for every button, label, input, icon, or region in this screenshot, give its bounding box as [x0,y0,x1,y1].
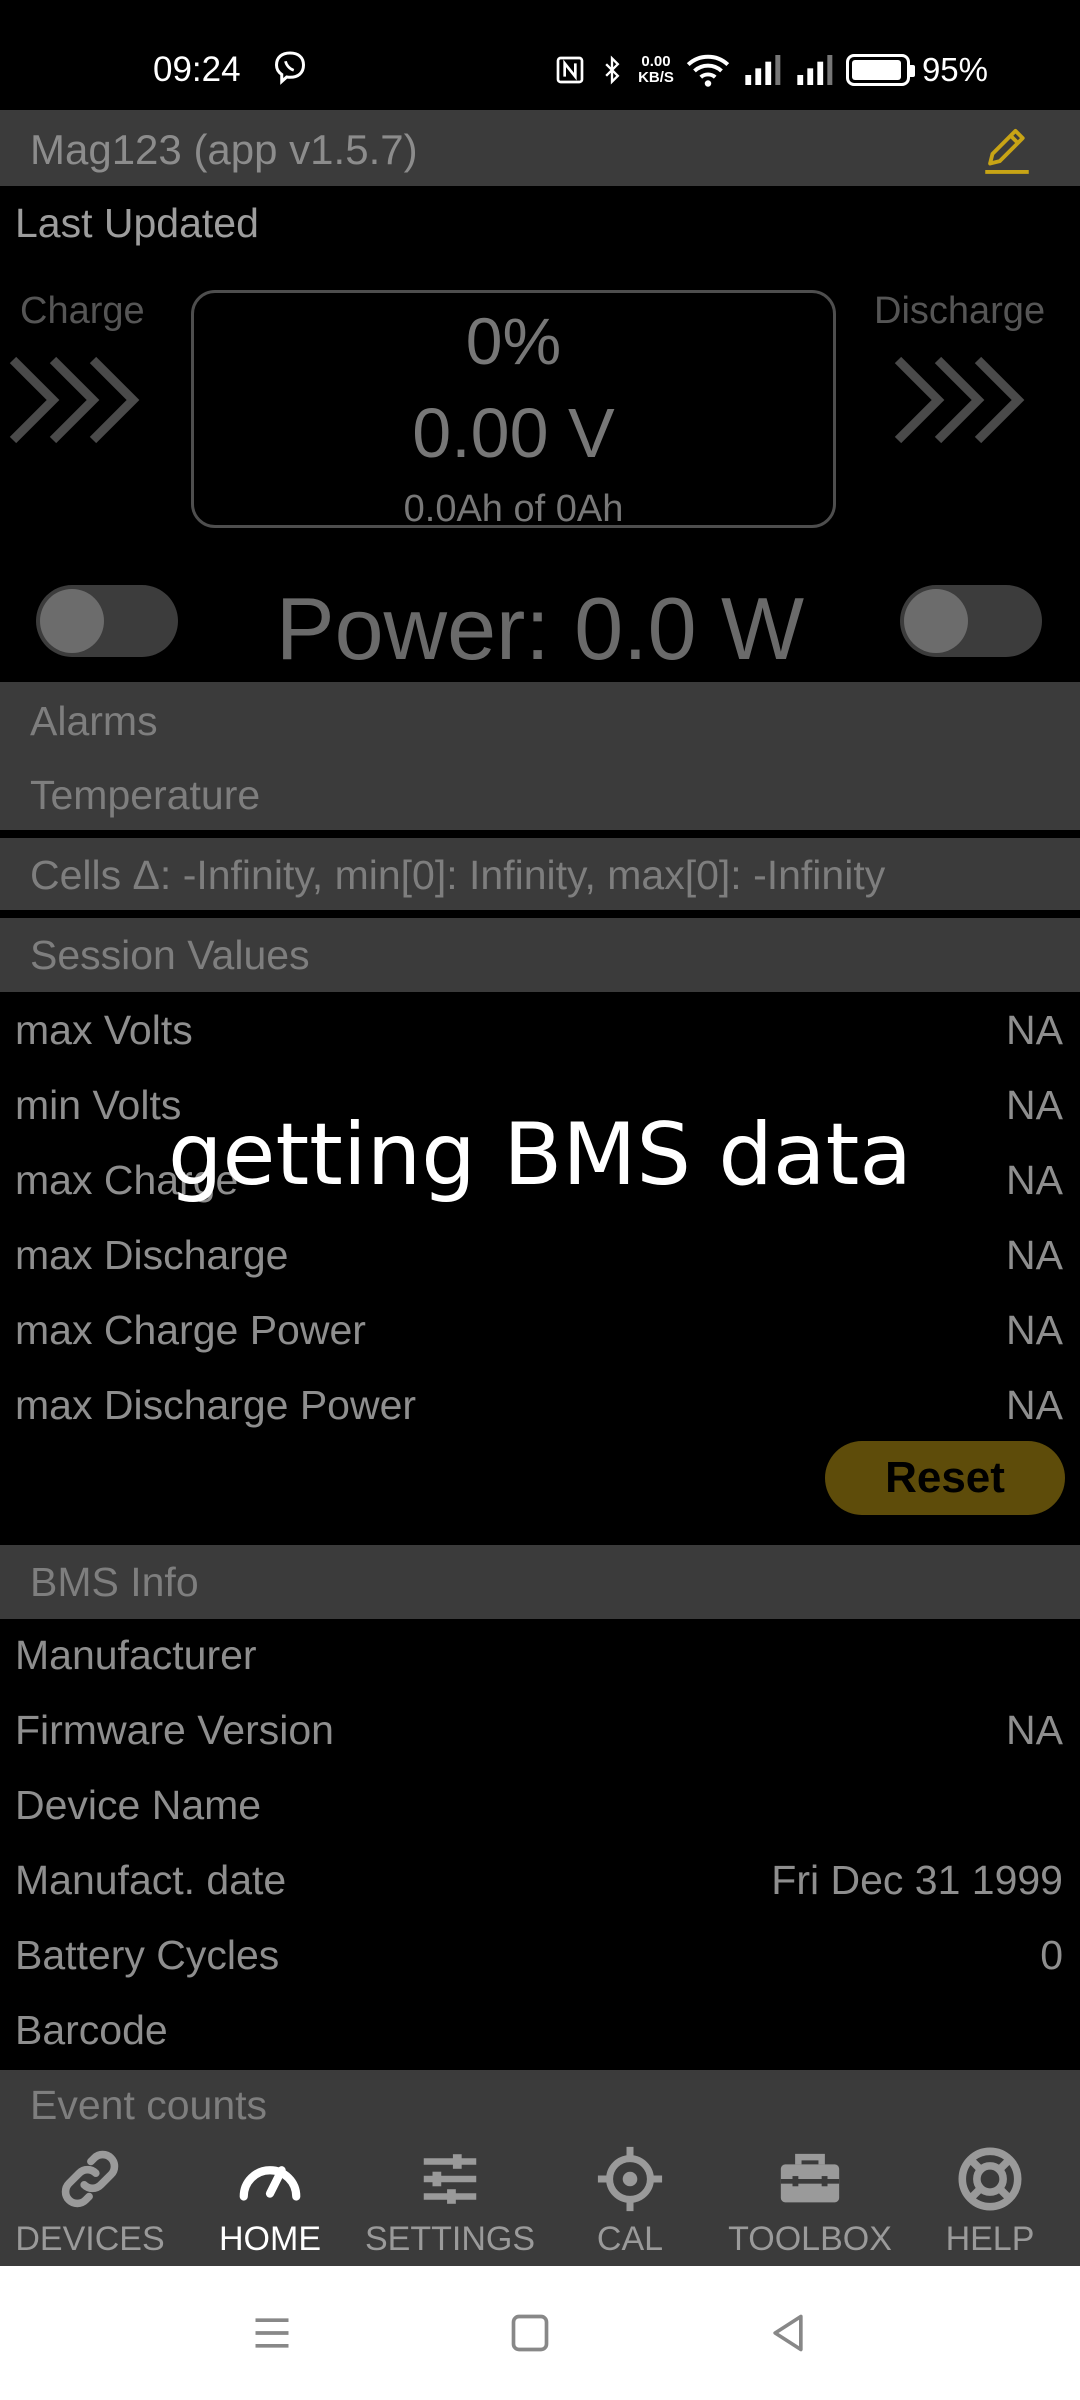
lifebuoy-icon [958,2147,1022,2211]
session-row: max Discharge Power NA [0,1370,1080,1445]
row-value: NA [1006,1307,1063,1353]
row-value: NA [1006,1007,1063,1053]
session-row: max Discharge NA [0,1220,1080,1295]
battery-gauge: 0% 0.00 V 0.0Ah of 0Ah [191,290,836,530]
alarms-title: Alarms [30,698,158,744]
event-counts-title: Event counts [30,2082,268,2120]
cells-summary: Cells Δ: -Infinity, min[0]: Infinity, ma… [30,852,886,898]
discharge-label: Discharge [874,290,1046,332]
discharge-toggle[interactable] [900,585,1042,657]
bms-row: Manufact. date Fri Dec 31 1999 [0,1845,1080,1920]
battery-fill [851,60,902,80]
row-label: Firmware Version [15,1707,334,1753]
bms-info-title: BMS Info [30,1559,199,1605]
network-speed-unit: KB/S [638,69,674,86]
row-label: Manufact. date [15,1857,287,1903]
nav-devices[interactable]: DEVICES [0,2120,180,2266]
home-square-icon[interactable] [508,2311,552,2355]
cells-section[interactable]: Cells Δ: -Infinity, min[0]: Infinity, ma… [0,838,1080,910]
pencil-icon[interactable] [978,120,1036,178]
nav-home[interactable]: HOME [180,2120,360,2266]
discharge-chevrons-icon [894,356,1025,444]
nav-label: TOOLBOX [728,2220,892,2258]
toolbox-icon [780,2153,840,2203]
row-label: max Charge Power [15,1307,366,1353]
system-nav-bar [0,2266,1080,2400]
network-speed-value: 0.00 [641,53,671,70]
charge-label: Charge [20,290,145,332]
status-icons: 0.00 KB/S 95% [554,48,988,92]
battery-icon [845,54,915,86]
row-label: Barcode [15,2007,168,2053]
row-value: NA [1006,1707,1063,1753]
link-icon [61,2150,119,2208]
nfc-icon [556,56,584,84]
signal-icon [797,55,833,85]
session-values-header: Session Values [0,918,1080,992]
wifi-icon [686,54,730,87]
nav-settings[interactable]: SETTINGS [360,2120,540,2266]
state-of-charge: 0% [465,304,562,378]
event-counts-header[interactable]: Event counts [0,2070,1080,2120]
capacity-value: 0.0Ah of 0Ah [403,488,624,530]
bottom-nav: DEVICES HOME SETTINGS CAL TOOLBOX HELP [0,2120,1080,2266]
row-label: max Discharge Power [15,1382,417,1428]
row-label: max Discharge [15,1232,289,1278]
bluetooth-icon [605,55,620,85]
reset-button[interactable]: Reset [825,1441,1065,1515]
loading-message: getting BMS data [167,1105,913,1205]
session-values-title: Session Values [30,932,310,978]
row-label: Battery Cycles [15,1932,280,1978]
row-value: NA [1006,1382,1063,1428]
battery-percent: 95% [921,51,988,88]
title-bar: Mag123 (app v1.5.7) [0,110,1080,186]
row-value: 0 [1040,1932,1063,1978]
bms-info-header: BMS Info [0,1545,1080,1619]
clock: 09:24 [153,50,241,89]
alarms-section[interactable]: Alarms Temperature [0,682,1080,830]
nav-label: DEVICES [15,2220,165,2258]
row-label: Device Name [15,1782,262,1828]
sliders-icon [423,2154,477,2204]
nav-label: CAL [596,2220,664,2258]
network-speed: 0.00 KB/S [638,54,674,86]
status-bar: 09:24 0.00 KB/S 95% [0,0,1080,110]
bms-row: Device Name [0,1770,1080,1845]
row-value: Fri Dec 31 1999 [771,1857,1063,1903]
row-value: NA [1006,1232,1063,1278]
viber-icon [274,51,306,85]
bms-row: Firmware Version NA [0,1695,1080,1770]
row-label: max Volts [15,1007,193,1053]
voltage-value: 0.00 V [412,394,615,472]
last-updated-label: Last Updated [15,200,259,246]
nav-help[interactable]: HELP [900,2120,1080,2266]
nav-label: SETTINGS [364,2220,536,2258]
session-row: max Volts NA [0,995,1080,1070]
bms-row: Barcode [0,1995,1080,2070]
temperature-label: Temperature [30,772,261,818]
row-label: Manufacturer [15,1632,257,1678]
crosshair-icon [597,2146,663,2212]
bms-row: Battery Cycles 0 [0,1920,1080,1995]
session-row: max Charge Power NA [0,1295,1080,1370]
charge-chevrons-icon [9,356,140,444]
bms-row: Manufacturer [0,1620,1080,1695]
nav-label: HOME [219,2220,321,2258]
back-icon[interactable] [766,2311,810,2355]
nav-label: HELP [945,2220,1035,2258]
signal-icon [745,55,781,85]
page-title: Mag123 (app v1.5.7) [30,126,418,173]
speedometer-icon [239,2166,301,2201]
menu-icon[interactable] [250,2311,294,2355]
nav-toolbox[interactable]: TOOLBOX [720,2120,900,2266]
nav-cal[interactable]: CAL [540,2120,720,2266]
